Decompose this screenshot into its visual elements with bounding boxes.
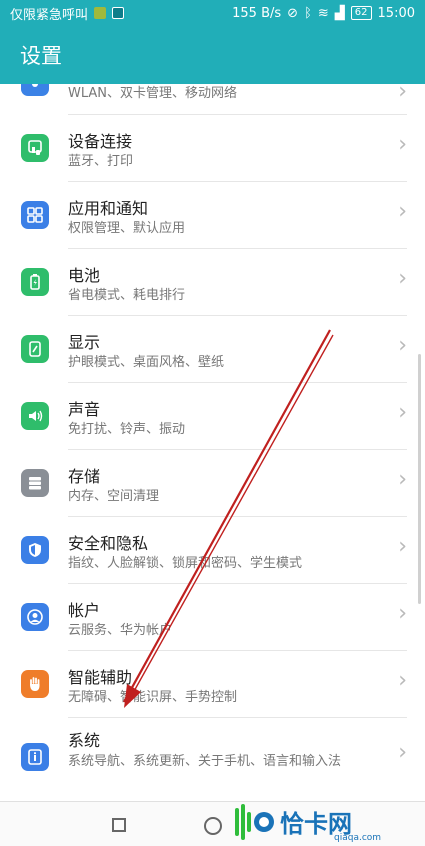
- settings-item-title: 系统: [68, 731, 101, 750]
- display-icon: [21, 335, 49, 363]
- account-icon: [21, 603, 49, 631]
- settings-item-subtitle: 无障碍、智能识屏、手势控制: [68, 690, 238, 705]
- scrollbar[interactable]: [418, 354, 421, 604]
- battery-indicator: 62: [350, 6, 372, 20]
- settings-item-title: 显示: [68, 333, 101, 352]
- settings-item-battery[interactable]: 电池 省电模式、耗电排行 ›: [0, 249, 425, 315]
- hand-icon: [21, 670, 49, 698]
- settings-item-subtitle: 省电模式、耗电排行: [68, 288, 186, 303]
- settings-item-subtitle: WLAN、双卡管理、移动网络: [68, 86, 238, 101]
- chevron-right-icon: ›: [398, 132, 407, 157]
- apps-icon: [21, 201, 49, 229]
- shield-icon: [21, 536, 49, 564]
- settings-item-apps[interactable]: 应用和通知 权限管理、默认应用 ›: [0, 182, 425, 248]
- settings-item-subtitle: 免打扰、铃声、振动: [68, 422, 186, 437]
- settings-item-subtitle: 系统导航、系统更新、关于手机、语言和输入法: [68, 754, 342, 769]
- carrier-text: 仅限紧急呼叫: [10, 7, 89, 23]
- settings-item-security[interactable]: 安全和隐私 指纹、人脸解锁、锁屏和密码、学生模式 ›: [0, 517, 425, 583]
- chevron-right-icon: ›: [398, 199, 407, 224]
- chevron-right-icon: ›: [398, 668, 407, 693]
- settings-item-subtitle: 指纹、人脸解锁、锁屏和密码、学生模式: [68, 556, 303, 571]
- settings-item-title: 设备连接: [68, 132, 133, 151]
- device-connect-icon: [21, 134, 49, 162]
- settings-item-subtitle: 护眼模式、桌面风格、壁纸: [68, 355, 225, 370]
- clock: 15:00: [377, 5, 415, 21]
- chevron-right-icon: ›: [398, 84, 407, 104]
- info-icon: [21, 743, 49, 771]
- settings-item-smart-assist[interactable]: 智能辅助 无障碍、智能识屏、手势控制 ›: [0, 651, 425, 717]
- notification-icon: [94, 7, 107, 19]
- watermark: 恰卡网 qiaqa.com: [234, 798, 424, 845]
- alarm-icon: ⊘: [287, 5, 299, 21]
- chevron-right-icon: ›: [398, 601, 407, 626]
- watermark-subtext: qiaqa.com: [334, 833, 382, 843]
- chevron-right-icon: ›: [398, 467, 407, 492]
- settings-item-device-connect[interactable]: 设备连接 蓝牙、打印 ›: [0, 115, 425, 181]
- settings-item-system[interactable]: 系统 系统导航、系统更新、关于手机、语言和输入法 ›: [0, 718, 425, 801]
- settings-item-storage[interactable]: 存储 内存、空间清理 ›: [0, 450, 425, 516]
- settings-item-title: 应用和通知: [68, 199, 149, 218]
- battery-icon: [21, 268, 49, 296]
- watermark-logo-icon: [235, 803, 274, 840]
- chevron-right-icon: ›: [398, 333, 407, 358]
- storage-icon: [21, 469, 49, 497]
- home-button[interactable]: [204, 817, 222, 835]
- play-icon: [112, 7, 125, 19]
- settings-item-title: 智能辅助: [68, 668, 133, 687]
- settings-item-title: 安全和隐私: [68, 534, 149, 553]
- settings-item-subtitle: 内存、空间清理: [68, 489, 160, 504]
- settings-item-network[interactable]: WLAN、双卡管理、移动网络 ›: [0, 84, 425, 114]
- settings-item-account[interactable]: 帐户 云服务、华为帐户 ›: [0, 584, 425, 650]
- chevron-right-icon: ›: [398, 740, 407, 765]
- settings-list: WLAN、双卡管理、移动网络 › 设备连接 蓝牙、打印 › 应用和通知 权限管理…: [0, 84, 425, 801]
- settings-item-subtitle: 云服务、华为帐户: [68, 623, 173, 638]
- page-title: 设置: [20, 44, 62, 68]
- wifi-icon: ≋: [317, 5, 329, 21]
- recents-button[interactable]: [112, 818, 126, 832]
- network-speed: 155 B/s: [232, 5, 282, 21]
- settings-item-subtitle: 权限管理、默认应用: [68, 221, 186, 236]
- settings-item-sound[interactable]: 声音 免打扰、铃声、振动 ›: [0, 383, 425, 449]
- settings-item-title: 声音: [68, 400, 101, 419]
- status-bar: 仅限紧急呼叫 155 B/s ⊘ ᛒ ≋ ▟ 62 15:00: [0, 0, 425, 26]
- sound-icon: [21, 402, 49, 430]
- chevron-right-icon: ›: [398, 400, 407, 425]
- bluetooth-icon: ᛒ: [304, 5, 312, 21]
- settings-item-display[interactable]: 显示 护眼模式、桌面风格、壁纸 ›: [0, 316, 425, 382]
- chevron-right-icon: ›: [398, 534, 407, 559]
- settings-item-title: 电池: [68, 266, 101, 285]
- settings-item-subtitle: 蓝牙、打印: [68, 154, 134, 169]
- settings-item-title: 存储: [68, 467, 101, 486]
- network-icon: [21, 84, 49, 96]
- chevron-right-icon: ›: [398, 266, 407, 291]
- app-header: 设置: [0, 26, 425, 84]
- signal-icon: ▟: [334, 5, 345, 21]
- settings-item-title: 帐户: [68, 601, 101, 620]
